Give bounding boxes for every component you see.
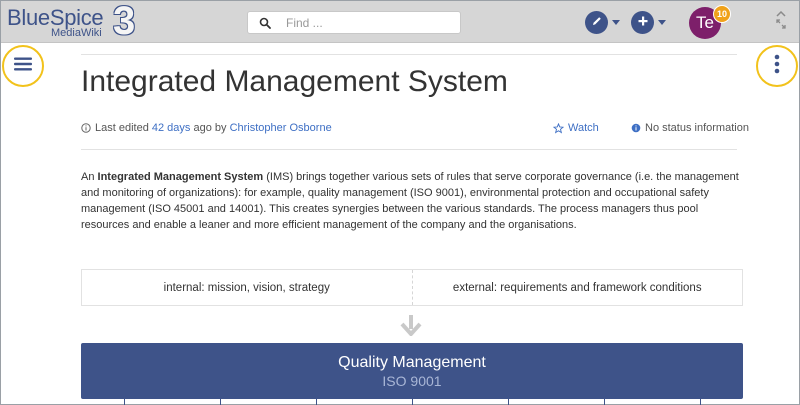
fullscreen-icon[interactable] bbox=[776, 16, 786, 34]
edit-button[interactable] bbox=[585, 11, 608, 34]
pencil-icon bbox=[591, 14, 603, 32]
search-input[interactable] bbox=[286, 14, 454, 31]
ago-by-text: ago by bbox=[193, 122, 227, 134]
intro-lead: An bbox=[81, 171, 98, 183]
logo-number: 3 bbox=[113, 0, 136, 43]
connector-tick bbox=[604, 399, 605, 405]
context-row: internal: mission, vision, strategy exte… bbox=[81, 269, 743, 306]
external-context-cell: external: requirements and framework con… bbox=[452, 281, 702, 294]
watch-link[interactable]: Watch bbox=[553, 122, 599, 134]
status-info: No status information bbox=[631, 122, 749, 134]
connector-ticks bbox=[81, 399, 743, 405]
create-menu-chevron-down-icon[interactable] bbox=[658, 20, 666, 25]
page-title: Integrated Management System bbox=[81, 65, 508, 98]
create-button[interactable] bbox=[631, 11, 654, 34]
notification-count: 10 bbox=[716, 9, 727, 19]
author-link[interactable]: Christopher Osborne bbox=[230, 122, 332, 134]
quality-management-box[interactable]: Quality Management ISO 9001 bbox=[81, 343, 743, 399]
notification-badge[interactable]: 10 bbox=[713, 5, 731, 23]
last-edited-link[interactable]: 42 days bbox=[152, 122, 191, 134]
sidebar-menu-button[interactable] bbox=[2, 45, 44, 87]
connector-tick bbox=[508, 399, 509, 405]
plus-icon bbox=[637, 14, 649, 32]
connector-tick bbox=[220, 399, 221, 405]
star-icon bbox=[553, 122, 564, 134]
intro-paragraph: An Integrated Management System (IMS) br… bbox=[81, 169, 741, 233]
status-label: No status information bbox=[645, 122, 749, 134]
last-edited-prefix: Last edited bbox=[95, 122, 149, 134]
arrow-down-icon bbox=[400, 314, 422, 341]
divider bbox=[81, 54, 737, 55]
edit-menu-chevron-down-icon[interactable] bbox=[612, 20, 620, 25]
logo-sub-text: MediaWiki bbox=[51, 27, 102, 39]
divider bbox=[81, 149, 737, 150]
quality-management-title: Quality Management bbox=[338, 353, 486, 371]
top-bar: BlueSpice MediaWiki 3 Te bbox=[1, 0, 799, 43]
connector-tick bbox=[412, 399, 413, 405]
last-edited-info: Last edited 42 days ago by Christopher O… bbox=[81, 122, 332, 134]
vertical-ellipsis-icon bbox=[774, 54, 780, 79]
bluespice-logo[interactable]: BlueSpice MediaWiki 3 bbox=[7, 0, 137, 43]
more-options-button[interactable] bbox=[756, 45, 798, 87]
search-box[interactable] bbox=[247, 11, 461, 34]
intro-bold-term: Integrated Management System bbox=[97, 171, 264, 183]
internal-context-cell: internal: mission, vision, strategy bbox=[163, 281, 330, 294]
search-icon bbox=[259, 16, 273, 30]
watch-label[interactable]: Watch bbox=[568, 122, 599, 134]
quality-management-subtitle: ISO 9001 bbox=[382, 372, 442, 389]
connector-tick bbox=[316, 399, 317, 405]
info-icon bbox=[81, 123, 91, 133]
connector-tick bbox=[700, 399, 701, 405]
hamburger-menu-icon bbox=[13, 56, 33, 77]
avatar-initials: Te bbox=[696, 13, 714, 32]
connector-tick bbox=[124, 399, 125, 405]
status-info-icon bbox=[631, 123, 641, 133]
